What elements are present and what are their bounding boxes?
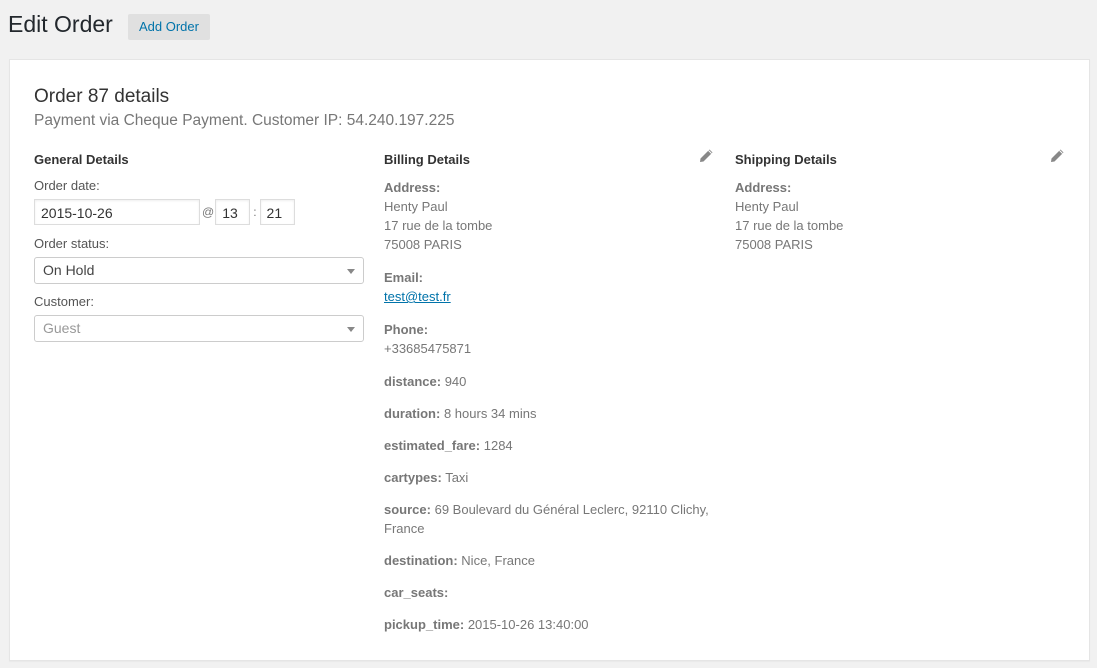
caret-down-icon xyxy=(347,327,355,332)
order-status-label: Order status: xyxy=(34,236,110,251)
billing-address-line: 17 rue de la tombe xyxy=(384,218,493,233)
order-payment-meta: Payment via Cheque Payment. Customer IP:… xyxy=(34,112,455,129)
order-heading: Order 87 details xyxy=(34,86,170,107)
billing-field: distance: 940 xyxy=(384,372,714,391)
shipping-address-block: Address: Henty Paul 17 rue de la tombe 7… xyxy=(735,178,1065,254)
billing-email-block: Email: test@test.fr xyxy=(384,268,714,306)
field-key: car_seats: xyxy=(384,585,449,600)
billing-field: estimated_fare: 1284 xyxy=(384,436,714,455)
billing-field: car_seats: xyxy=(384,583,714,602)
billing-field: cartypes: Taxi xyxy=(384,468,714,487)
order-panel: Order 87 details Payment via Cheque Paym… xyxy=(9,59,1090,661)
field-value: 940 xyxy=(444,374,467,389)
general-details-section: General Details Order date: 2015-10-26 @… xyxy=(34,152,364,352)
order-date-input[interactable]: 2015-10-26 xyxy=(34,199,200,225)
order-date-label: Order date: xyxy=(34,178,100,193)
customer-label: Customer: xyxy=(34,294,94,309)
billing-phone-block: Phone: +33685475871 xyxy=(384,320,714,358)
billing-address-block: Address: Henty Paul 17 rue de la tombe 7… xyxy=(384,178,714,254)
field-key: source: xyxy=(384,502,431,517)
caret-down-icon xyxy=(347,269,355,274)
field-key: distance: xyxy=(384,374,442,389)
field-key: destination: xyxy=(384,553,458,568)
customer-select[interactable]: Guest xyxy=(34,315,364,342)
field-value: Taxi xyxy=(445,470,469,485)
order-status-select[interactable]: On Hold xyxy=(34,257,364,284)
billing-address-line: 75008 PARIS xyxy=(384,237,462,252)
billing-email-link[interactable]: test@test.fr xyxy=(384,289,451,304)
billing-details-section: Billing Details Address: Henty Paul 17 r… xyxy=(384,149,714,647)
field-value: 8 hours 34 mins xyxy=(443,406,537,421)
shipping-address-label: Address: xyxy=(735,180,792,195)
shipping-address-line: 17 rue de la tombe xyxy=(735,218,844,233)
billing-phone-value: +33685475871 xyxy=(384,341,472,356)
pencil-icon[interactable] xyxy=(698,148,714,164)
time-colon: : xyxy=(253,205,257,219)
pencil-icon[interactable] xyxy=(1049,148,1065,164)
field-value: 2015-10-26 13:40:00 xyxy=(467,617,589,632)
order-minute-input[interactable]: 21 xyxy=(259,199,295,225)
shipping-details-section: Shipping Details Address: Henty Paul 17 … xyxy=(735,149,1065,268)
shipping-details-title: Shipping Details xyxy=(735,152,837,167)
at-separator: @ xyxy=(202,205,215,219)
billing-email-label: Email: xyxy=(384,270,424,285)
shipping-address-line: 75008 PARIS xyxy=(735,237,813,252)
billing-field: duration: 8 hours 34 mins xyxy=(384,404,714,423)
page-title: Edit Order xyxy=(8,11,113,37)
billing-address-label: Address: xyxy=(384,180,441,195)
billing-details-title: Billing Details xyxy=(384,152,470,167)
general-details-title: General Details xyxy=(34,152,129,167)
billing-field: pickup_time: 2015-10-26 13:40:00 xyxy=(384,615,714,634)
billing-phone-label: Phone: xyxy=(384,322,429,337)
order-hour-input[interactable]: 13 xyxy=(215,199,251,225)
field-value: Nice, France xyxy=(461,553,535,568)
field-value: 69 Boulevard du Général Leclerc, 92110 C… xyxy=(384,502,709,536)
billing-field: destination: Nice, France xyxy=(384,551,714,570)
customer-value: Guest xyxy=(43,320,81,336)
field-value: 1284 xyxy=(483,438,513,453)
field-key: estimated_fare: xyxy=(384,438,481,453)
billing-address-line: Henty Paul xyxy=(384,199,448,214)
order-date-row: 2015-10-26 @ 13 : 21 xyxy=(34,199,364,225)
order-status-value: On Hold xyxy=(43,262,95,278)
field-key: duration: xyxy=(384,406,441,421)
add-order-button[interactable]: Add Order xyxy=(128,14,210,40)
field-key: pickup_time: xyxy=(384,617,465,632)
shipping-address-line: Henty Paul xyxy=(735,199,799,214)
billing-field: source: 69 Boulevard du Général Leclerc,… xyxy=(384,500,714,538)
field-key: cartypes: xyxy=(384,470,442,485)
